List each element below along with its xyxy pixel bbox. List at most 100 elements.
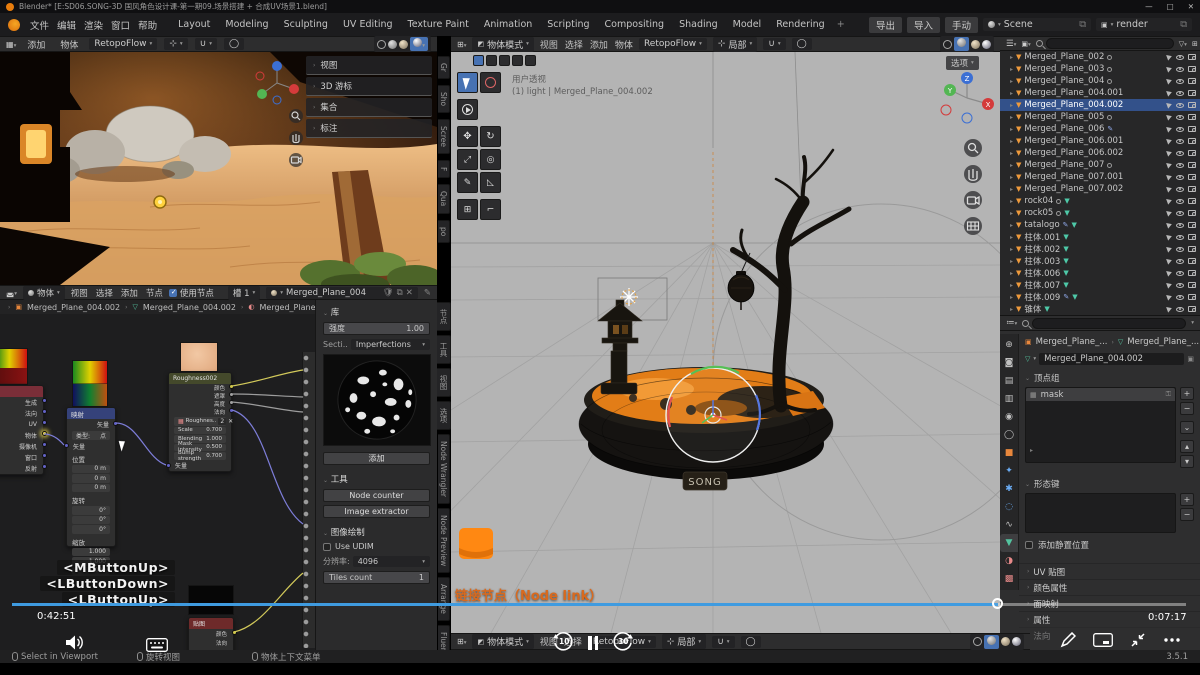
- mode-icon-paint[interactable]: [512, 55, 523, 66]
- hide-render-icon[interactable]: [1188, 150, 1196, 156]
- hide-render-icon[interactable]: [1188, 138, 1196, 144]
- hide-viewport-icon[interactable]: [1176, 223, 1184, 228]
- material-selector[interactable]: ▾Merged_Plane_004🛡⧉✕: [266, 287, 418, 299]
- workspace-tab[interactable]: Shading: [672, 16, 725, 33]
- rendered-shading-icon[interactable]: [982, 40, 991, 49]
- hide-viewport-icon[interactable]: [1176, 55, 1184, 60]
- hide-render-icon[interactable]: [1188, 210, 1196, 216]
- texture-coordinate-node[interactable]: 生成法向UV物体摄像机窗口反射: [0, 385, 44, 475]
- shading-mode-switch[interactable]: [970, 634, 1024, 650]
- outliner-row[interactable]: ▸ ▼ 锥体 ✎ ▼: [1000, 303, 1200, 315]
- udim-toggle[interactable]: Use UDIM: [323, 542, 430, 551]
- import-button[interactable]: 导入: [907, 17, 940, 33]
- workspace-tab[interactable]: Modeling: [218, 16, 275, 33]
- value-slot[interactable]: 0 m: [72, 474, 110, 483]
- shading-mode-switch[interactable]: [940, 36, 994, 52]
- mode-icon-weight[interactable]: [525, 55, 536, 66]
- outliner-row[interactable]: ▸ ▼ Merged_Plane_006.002 ✎ ▼: [1000, 147, 1200, 159]
- rest-position-toggle[interactable]: 添加静置位置: [1025, 539, 1194, 551]
- export-button[interactable]: 导出: [869, 17, 902, 33]
- outliner-row[interactable]: ▸ ▼ Merged_Plane_003 ✎ ▼: [1000, 63, 1200, 75]
- selectable-toggle-icon[interactable]: [1166, 305, 1173, 312]
- solid-shading-active[interactable]: [954, 37, 969, 51]
- mode-icon-edit[interactable]: [486, 55, 497, 66]
- tweak-tool[interactable]: [457, 99, 478, 120]
- strength-slider[interactable]: 强度1.00: [323, 322, 430, 335]
- menu-item[interactable]: 视图: [540, 38, 558, 51]
- selectable-toggle-icon[interactable]: [1166, 77, 1173, 84]
- menu-item[interactable]: 添加: [121, 287, 138, 299]
- hide-viewport-icon[interactable]: [1176, 163, 1184, 168]
- display-mode-icon[interactable]: ▣▾: [1021, 40, 1030, 48]
- mode-dropdown[interactable]: ◩物体模式▾: [472, 634, 533, 649]
- extrude-tool[interactable]: ⌐: [480, 199, 501, 220]
- add-vertex-group-button[interactable]: +: [1180, 387, 1194, 400]
- close-button[interactable]: ✕: [1188, 2, 1194, 11]
- manual-button[interactable]: 手动: [945, 17, 978, 33]
- properties-tab[interactable]: ∿: [1000, 516, 1018, 534]
- slot-dropdown[interactable]: 槽 1▾: [228, 286, 260, 300]
- side-tab[interactable]: 选项: [437, 401, 451, 430]
- workspace-tab[interactable]: Compositing: [598, 16, 672, 33]
- mode-icon-object[interactable]: [473, 55, 484, 66]
- selectable-toggle-icon[interactable]: [1166, 53, 1173, 60]
- side-tab[interactable]: Scree: [438, 119, 450, 154]
- properties-tab[interactable]: ◉: [1000, 408, 1018, 426]
- properties-tab[interactable]: ▥: [1000, 390, 1018, 408]
- hide-render-icon[interactable]: [1188, 126, 1196, 132]
- selectable-toggle-icon[interactable]: [1166, 197, 1173, 204]
- proportional-edit-toggle[interactable]: ◯: [741, 636, 761, 648]
- hide-render-icon[interactable]: [1188, 282, 1196, 288]
- outliner-row[interactable]: ▸ ▼ Merged_Plane_007.002 ✎ ▼: [1000, 183, 1200, 195]
- hide-viewport-icon[interactable]: [1176, 211, 1184, 216]
- outliner-row[interactable]: ▸ ▼ Merged_Plane_006.001 ✎ ▼: [1000, 135, 1200, 147]
- properties-tab[interactable]: ▼: [1000, 534, 1018, 552]
- more-options-button[interactable]: [1163, 637, 1181, 643]
- value-row[interactable]: Bump strength0.700: [174, 452, 226, 460]
- menu-item[interactable]: 添加: [590, 38, 608, 51]
- value-row[interactable]: Scale0.700: [174, 427, 226, 435]
- axis-gizmo-small[interactable]: [250, 56, 304, 110]
- properties-tab[interactable]: ■: [1000, 444, 1018, 462]
- material-shading-icon[interactable]: [399, 40, 408, 49]
- menu-item[interactable]: 窗口: [107, 18, 134, 32]
- value-slot[interactable]: 0 m: [72, 465, 110, 474]
- hide-render-icon[interactable]: [1188, 66, 1196, 72]
- mode-dropdown[interactable]: ◩物体模式▾: [472, 37, 533, 52]
- hide-viewport-icon[interactable]: [1176, 295, 1184, 300]
- draw-tool-button[interactable]: [1060, 632, 1076, 648]
- remove-vertex-group-button[interactable]: −: [1180, 402, 1194, 415]
- object-menu[interactable]: 物体: [56, 38, 82, 51]
- selectable-toggle-icon[interactable]: [1166, 161, 1173, 168]
- shading-mode-switch[interactable]: ▾: [374, 36, 431, 52]
- sidebar-panel-title[interactable]: ⌄ 库: [323, 306, 430, 318]
- view-layer-selector[interactable]: ▣▾render⧉: [1096, 18, 1192, 31]
- measure-tool[interactable]: ◺: [480, 172, 501, 193]
- outliner-row[interactable]: ▸ ▼ Merged_Plane_004.002 ✎ ▼: [1000, 99, 1200, 111]
- paint-panel-title[interactable]: ⌄ 图像绘制: [323, 526, 430, 538]
- mute-button[interactable]: [66, 635, 86, 650]
- side-tab[interactable]: 节点: [437, 302, 451, 331]
- side-tab[interactable]: Node Preview: [438, 508, 450, 573]
- side-tab[interactable]: 视图: [437, 368, 451, 397]
- hide-viewport-icon[interactable]: [1176, 235, 1184, 240]
- proportional-edit-toggle[interactable]: ◯: [224, 38, 244, 50]
- selectable-toggle-icon[interactable]: [1166, 233, 1173, 240]
- select-box-tool[interactable]: [457, 72, 478, 93]
- selectable-toggle-icon[interactable]: [1166, 101, 1173, 108]
- selectable-toggle-icon[interactable]: [1166, 257, 1173, 264]
- outliner-row[interactable]: ▸ ▼ Merged_Plane_004 ✎ ▼: [1000, 75, 1200, 87]
- pause-button[interactable]: [588, 636, 598, 650]
- menu-item[interactable]: 文件: [26, 18, 53, 32]
- datablock-name-field[interactable]: Merged_Plane_004.002: [1039, 353, 1184, 365]
- menu-item[interactable]: 节点: [146, 287, 163, 299]
- editor-type-icon[interactable]: ≔▾: [1006, 318, 1017, 328]
- selectable-toggle-icon[interactable]: [1166, 137, 1173, 144]
- side-tab[interactable]: Node Wrangler: [438, 434, 450, 504]
- tools-panel-title[interactable]: ⌄ 工具: [323, 473, 430, 485]
- add-cube-tool[interactable]: ⊞: [457, 199, 478, 220]
- outliner-row[interactable]: ▸ ▼ 柱体.006 ✎ ▼: [1000, 267, 1200, 279]
- image-selector[interactable]: ▦Roughnes..2✕: [174, 417, 226, 426]
- imperfection-sphere-preview[interactable]: [323, 354, 431, 446]
- selectable-toggle-icon[interactable]: [1166, 185, 1173, 192]
